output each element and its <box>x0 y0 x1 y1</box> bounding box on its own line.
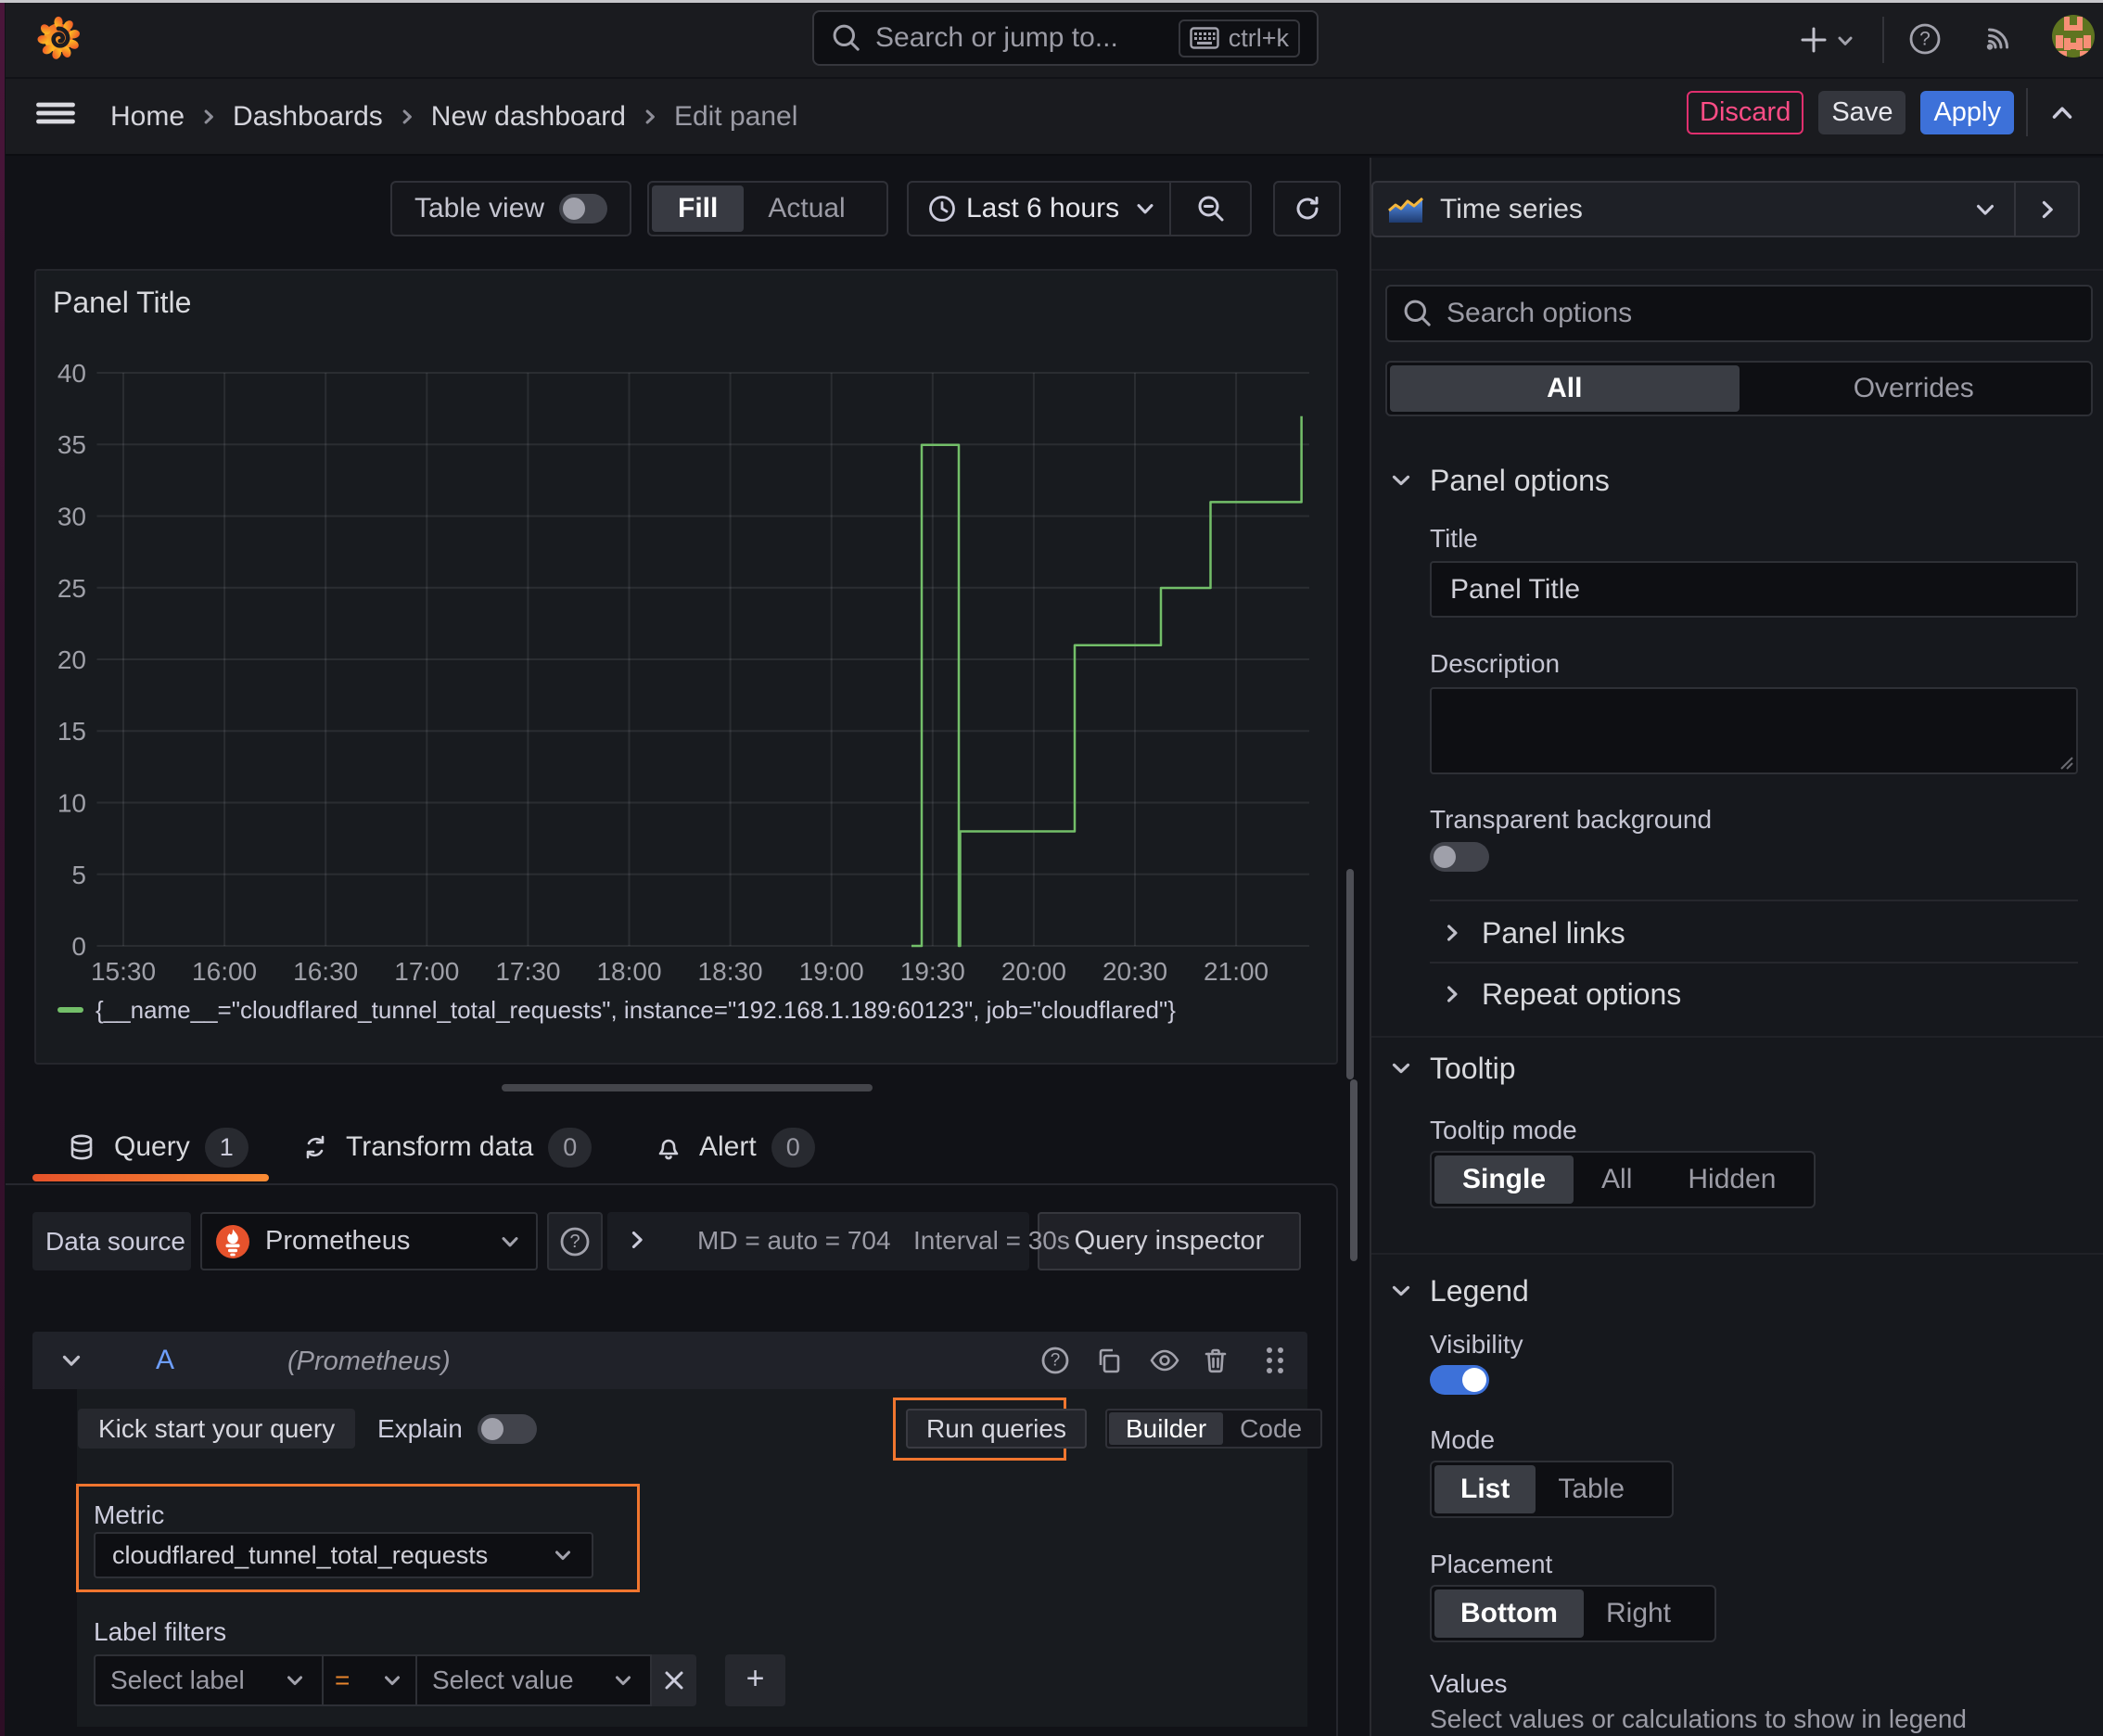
svg-text:?: ? <box>569 1232 580 1252</box>
svg-text:{__name__="cloudflared_tunnel_: {__name__="cloudflared_tunnel_total_requ… <box>96 996 1176 1024</box>
svg-text:16:30: 16:30 <box>293 957 358 986</box>
svg-text:30: 30 <box>57 503 86 531</box>
svg-text:?: ? <box>1051 1351 1061 1371</box>
svg-text:21:00: 21:00 <box>1204 957 1268 986</box>
svg-text:17:30: 17:30 <box>495 957 560 986</box>
svg-text:17:00: 17:00 <box>394 957 459 986</box>
svg-text:18:30: 18:30 <box>698 957 763 986</box>
svg-text:19:30: 19:30 <box>900 957 965 986</box>
svg-text:20:30: 20:30 <box>1102 957 1167 986</box>
svg-text:40: 40 <box>57 359 86 388</box>
svg-text:5: 5 <box>71 861 86 889</box>
svg-text:15:30: 15:30 <box>91 957 156 986</box>
svg-text:35: 35 <box>57 430 86 459</box>
svg-text:19:00: 19:00 <box>799 957 864 986</box>
svg-text:10: 10 <box>57 789 86 818</box>
svg-text:20:00: 20:00 <box>1001 957 1066 986</box>
svg-text:18:00: 18:00 <box>596 957 661 986</box>
svg-text:?: ? <box>1919 29 1931 50</box>
svg-text:16:00: 16:00 <box>192 957 257 986</box>
svg-text:25: 25 <box>57 574 86 603</box>
svg-text:20: 20 <box>57 645 86 674</box>
svg-text:0: 0 <box>71 932 86 961</box>
svg-text:15: 15 <box>57 717 86 746</box>
